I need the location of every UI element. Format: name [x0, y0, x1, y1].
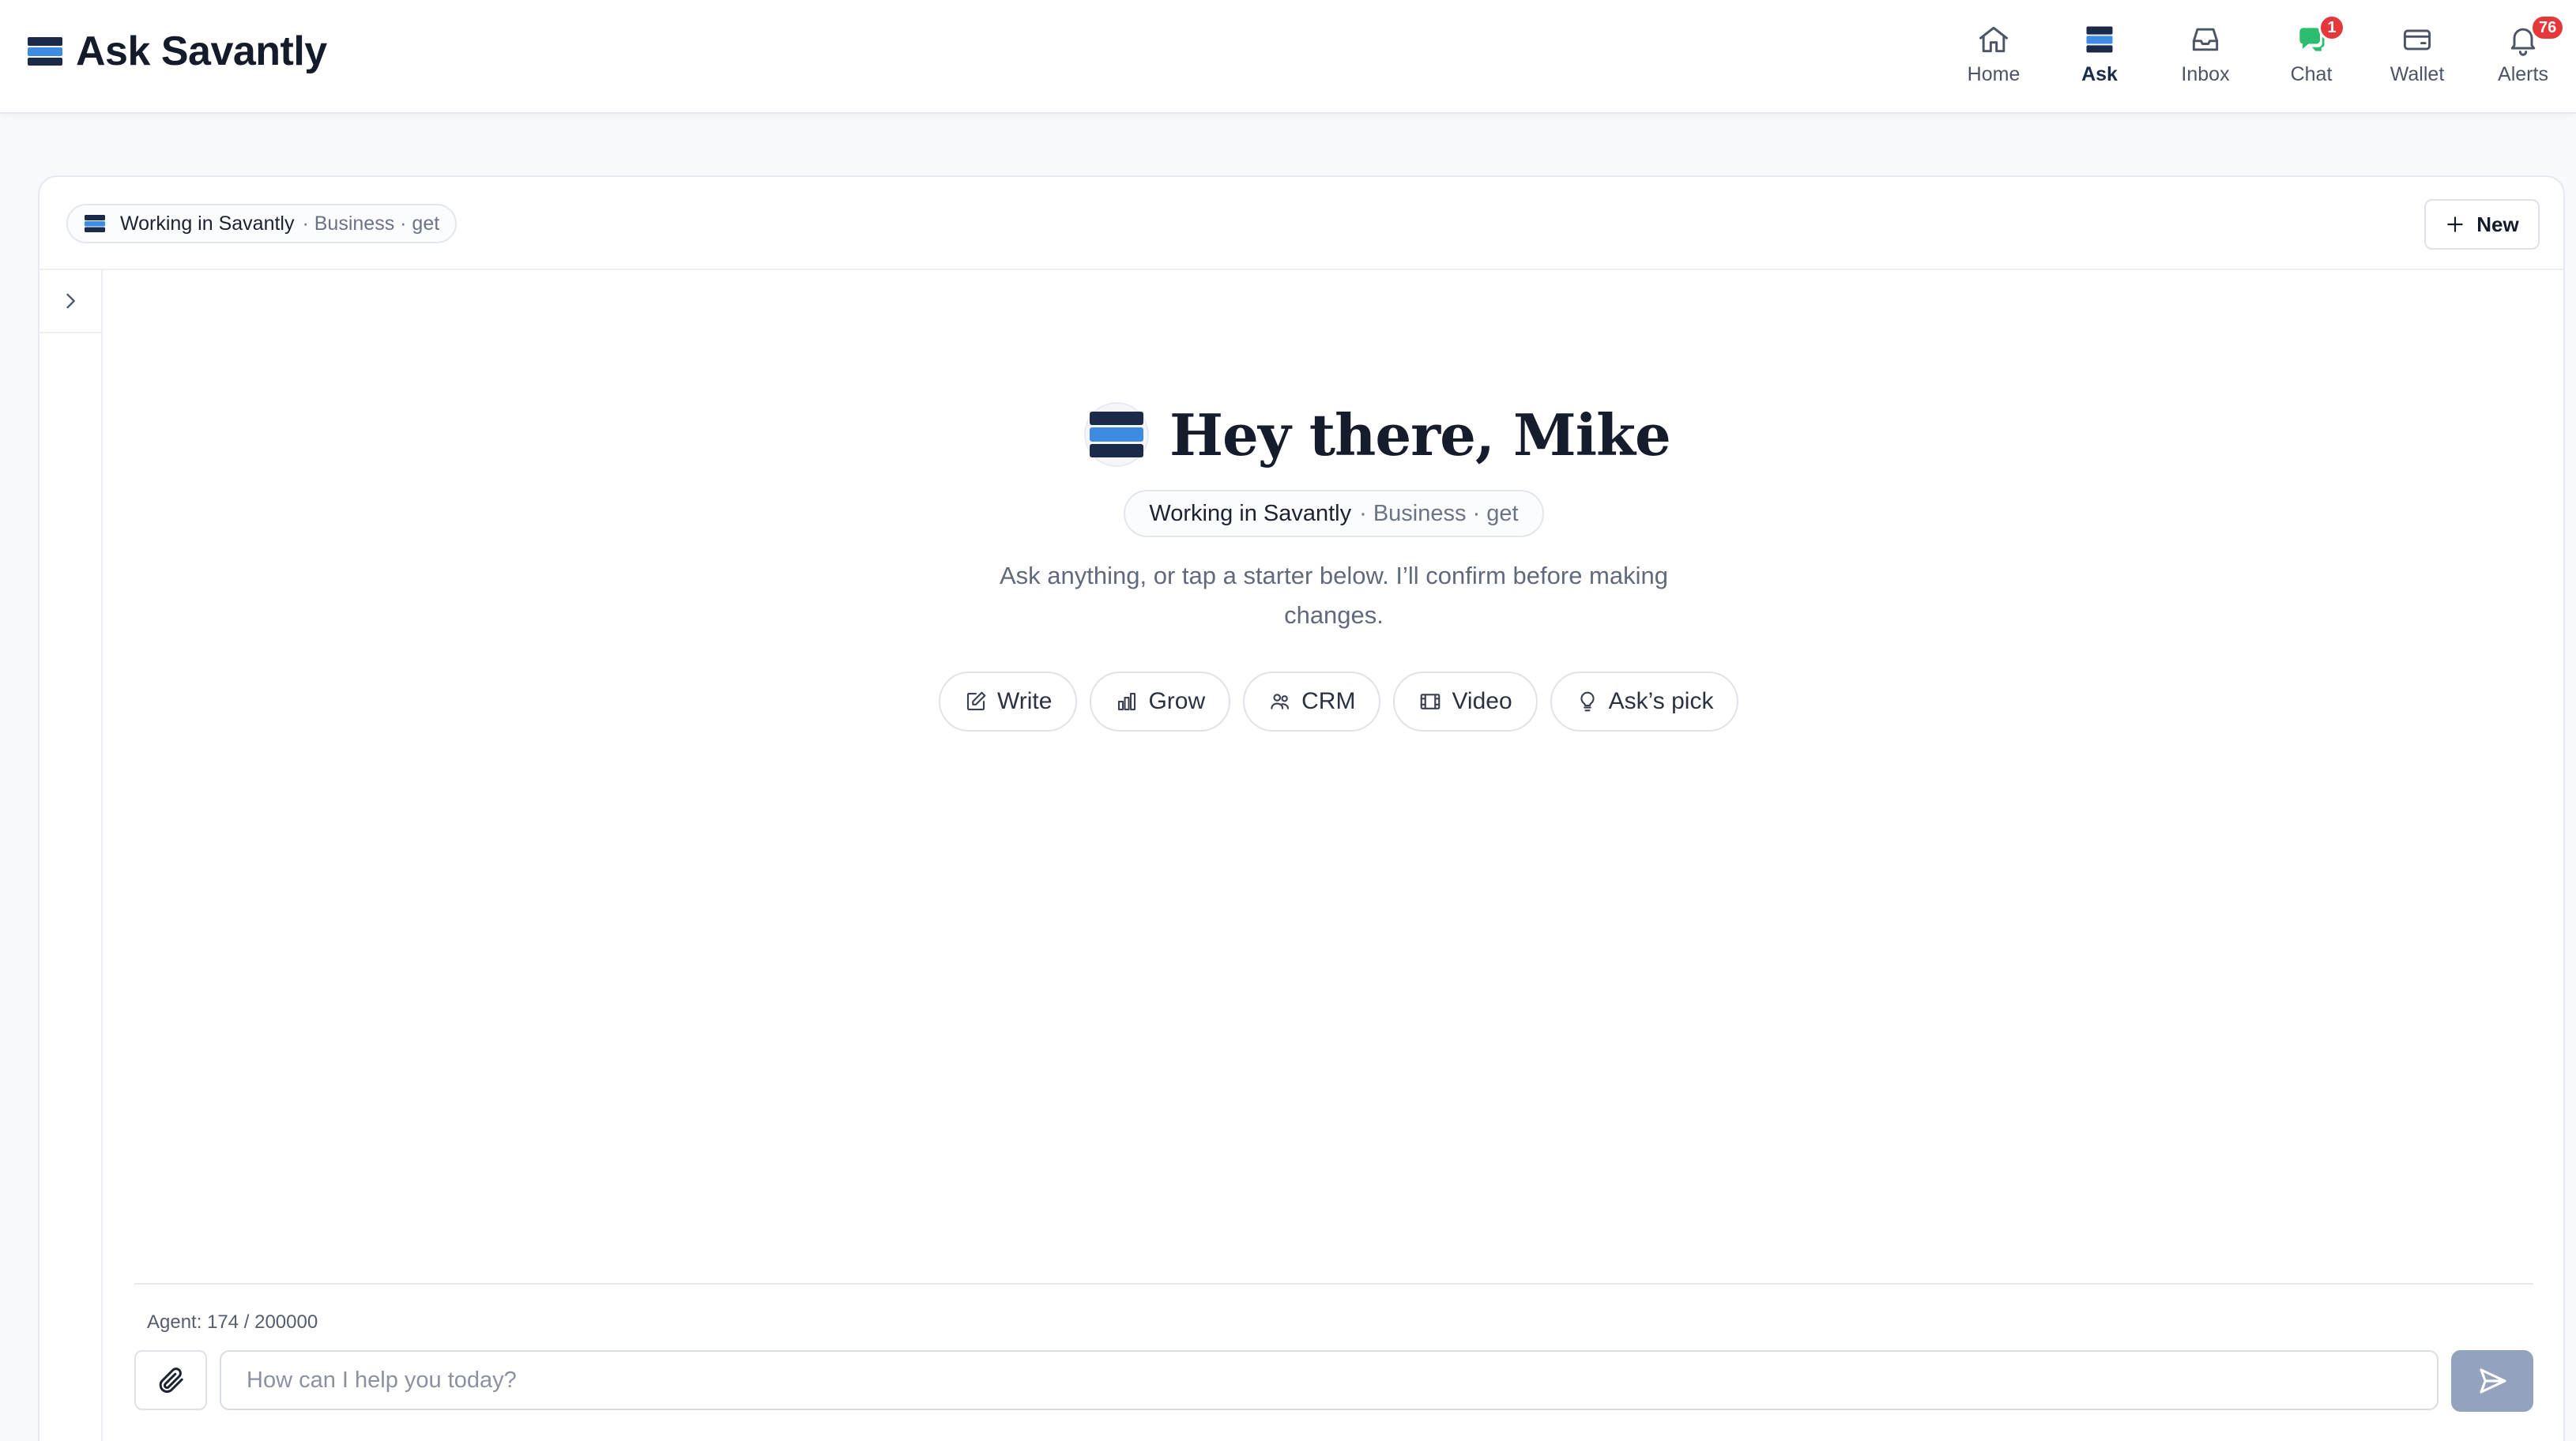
app-title: Ask Savantly [76, 28, 327, 74]
nav-ask[interactable]: Ask [2047, 14, 2152, 101]
greeting: Hey there, Mike [1084, 395, 1671, 474]
paperclip-icon [159, 1368, 183, 1393]
greeting-title: Hey there, Mike [1169, 401, 1671, 468]
starter-asks-pick-label: Ask’s pick [1608, 688, 1714, 714]
starter-video[interactable]: Video [1393, 672, 1538, 732]
workspace-context-pill[interactable]: Working in Savantly · Business · get [66, 204, 458, 243]
nav-inbox[interactable]: Inbox [2152, 14, 2258, 101]
lightbulb-icon [1580, 691, 1595, 712]
starter-crm-label: CRM [1301, 688, 1356, 714]
users-icon [1271, 694, 1290, 709]
nav-alerts[interactable]: 76 Alerts [2470, 14, 2576, 101]
starter-grow[interactable]: Grow [1090, 672, 1231, 732]
film-icon [1421, 694, 1441, 709]
history-rail [40, 270, 103, 1441]
prompt-input[interactable] [220, 1350, 2439, 1410]
card-header: Working in Savantly · Business · get New [40, 177, 2563, 270]
brand[interactable]: Ask Savantly [27, 24, 327, 79]
new-chat-label: New [2476, 212, 2519, 236]
starter-chips: Write Grow CRM Video Ask’s pick [939, 672, 1739, 732]
plus-icon [2447, 216, 2464, 232]
nav-chat[interactable]: 1 Chat [2258, 14, 2364, 101]
context-main: Working in Savantly [120, 212, 295, 235]
bar-chart-icon [1118, 692, 1136, 711]
composer-divider [134, 1283, 2533, 1285]
starter-video-label: Video [1452, 688, 1512, 714]
nav-inbox-label: Inbox [2181, 63, 2230, 85]
nav-chat-label: Chat [2290, 63, 2333, 85]
expand-sidebar-button[interactable] [40, 270, 101, 333]
nav-alerts-label: Alerts [2498, 63, 2548, 85]
context-sub: · Business · get [302, 212, 440, 235]
nav-wallet-label: Wallet [2390, 63, 2445, 85]
nav-home[interactable]: Home [1941, 14, 2047, 101]
main-nav: Home Ask Inbox 1 Chat Wallet 76 Alerts [1941, 14, 2576, 101]
starter-crm[interactable]: CRM [1243, 672, 1381, 732]
alerts-badge: 76 [2530, 14, 2566, 41]
inbox-icon [2192, 28, 2219, 51]
hero-context-main: Working in Savantly [1149, 500, 1352, 526]
savantly-logo-icon [2086, 26, 2113, 53]
agent-usage: Agent: 174 / 200000 [147, 1311, 318, 1333]
starter-write[interactable]: Write [939, 672, 1078, 732]
greeting-subtitle: Ask anything, or tap a starter below. I’… [999, 562, 1668, 629]
send-icon [2480, 1368, 2506, 1394]
chevron-right-icon [66, 293, 75, 309]
nav-wallet[interactable]: Wallet [2364, 14, 2470, 101]
send-button[interactable] [2451, 1350, 2533, 1412]
nav-ask-label: Ask [2081, 63, 2118, 85]
wallet-icon [2403, 29, 2431, 51]
hero-context-pill[interactable]: Working in Savantly · Business · get [1124, 490, 1544, 537]
assistant-card: Working in Savantly · Business · get New [38, 175, 2565, 1441]
new-chat-button[interactable]: New [2424, 199, 2540, 250]
starter-write-label: Write [997, 688, 1053, 714]
savantly-logo-icon [28, 37, 62, 66]
chat-badge: 1 [2318, 14, 2345, 41]
hero-context-sub: · Business · get [1359, 500, 1519, 526]
edit-icon [966, 691, 986, 711]
attach-button[interactable] [134, 1350, 207, 1410]
starter-asks-pick[interactable]: Ask’s pick [1550, 672, 1739, 732]
starter-grow-label: Grow [1148, 688, 1206, 714]
savantly-logo-icon [85, 215, 105, 232]
home-icon [1979, 26, 2008, 53]
nav-home-label: Home [1967, 63, 2021, 85]
savantly-logo-icon [1084, 402, 1149, 467]
top-bar: Ask Savantly Home Ask Inbox 1 Chat Walle… [0, 0, 2576, 114]
